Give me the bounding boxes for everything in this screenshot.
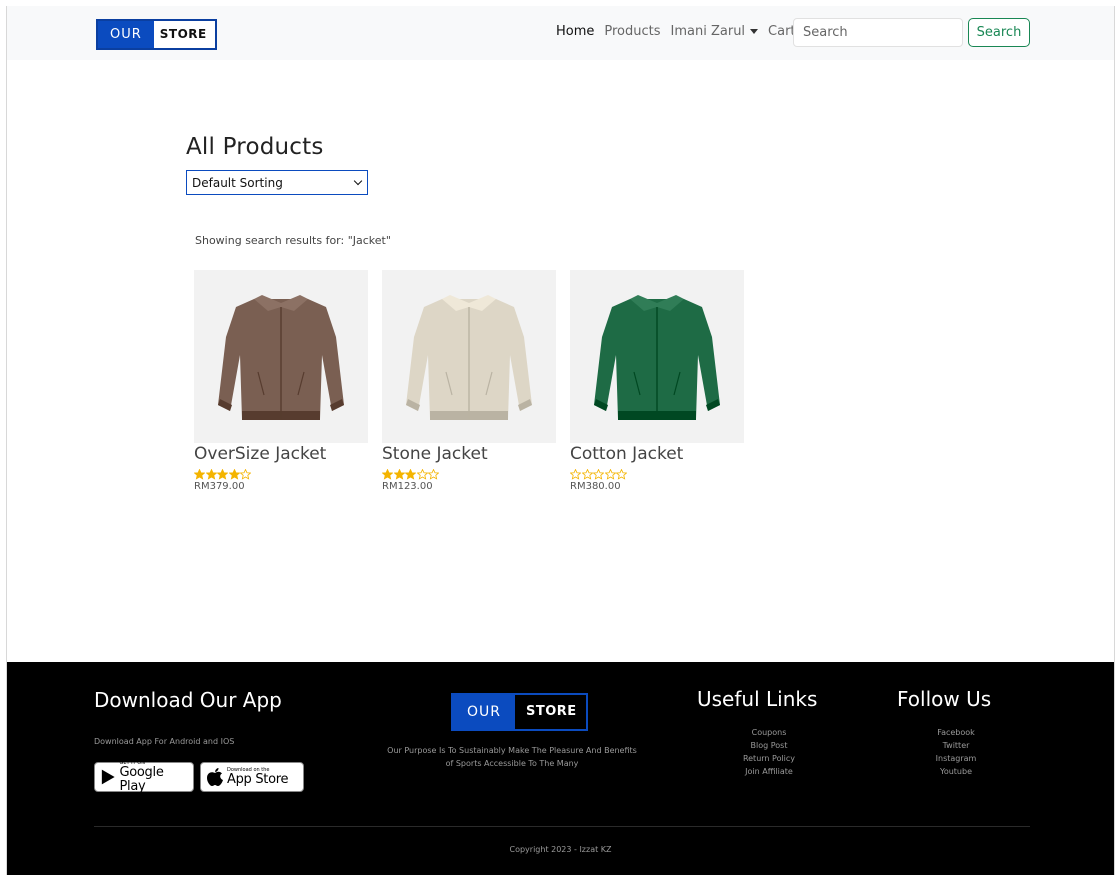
social-link-youtube[interactable]: Youtube — [920, 765, 992, 778]
star-filled-icon — [228, 469, 240, 480]
product-name[interactable]: Cotton Jacket — [570, 443, 744, 465]
star-empty-icon — [593, 469, 604, 480]
nav-links: Home Products Imani Zarul Cart — [556, 24, 806, 39]
useful-links-list: Coupons Blog Post Return Policy Join Aff… — [729, 726, 809, 778]
product-price: RM379.00 — [194, 481, 245, 492]
useful-links-title: Useful Links — [697, 687, 818, 711]
search-results-text: Showing search results for: "Jacket" — [195, 234, 391, 247]
nav-products-link[interactable]: Products — [604, 24, 660, 39]
product-rating — [570, 469, 744, 480]
jacket-image-icon — [406, 294, 532, 420]
page-title: All Products — [186, 134, 324, 160]
sort-select[interactable]: Default Sorting — [186, 170, 368, 195]
nav-cart-link[interactable]: Cart — [768, 24, 796, 39]
app-store-badge[interactable]: Download on the App Store — [200, 762, 304, 792]
social-link-twitter[interactable]: Twitter — [920, 739, 992, 752]
star-filled-icon — [194, 469, 205, 480]
sort-selected-value: Default Sorting — [192, 175, 283, 190]
star-empty-icon — [240, 469, 251, 480]
star-empty-icon — [604, 469, 616, 480]
chevron-down-icon — [353, 176, 363, 186]
brand-logo-store: STORE — [153, 21, 215, 48]
product-price: RM123.00 — [382, 481, 433, 492]
footer-link-return-policy[interactable]: Return Policy — [729, 752, 809, 765]
product-image[interactable] — [194, 270, 368, 443]
social-link-instagram[interactable]: Instagram — [920, 752, 992, 765]
product-image[interactable] — [570, 270, 744, 443]
product-image[interactable] — [382, 270, 556, 443]
google-play-icon — [101, 769, 115, 785]
star-empty-icon — [616, 469, 627, 480]
product-price: RM380.00 — [570, 481, 621, 492]
star-empty-icon — [428, 469, 439, 480]
star-filled-icon — [217, 469, 228, 480]
footer-app-subtitle: Download App For Android and IOS — [94, 737, 235, 746]
footer-divider — [94, 826, 1030, 827]
jacket-image-icon — [218, 294, 344, 420]
star-filled-icon — [382, 469, 393, 480]
footer-tagline: Our Purpose Is To Sustainably Make The P… — [387, 746, 637, 768]
footer-link-blog-post[interactable]: Blog Post — [729, 739, 809, 752]
product-name[interactable]: OverSize Jacket — [194, 443, 368, 465]
product-rating — [194, 469, 368, 480]
star-empty-icon — [416, 469, 428, 480]
footer-app-title: Download Our App — [94, 688, 282, 712]
copyright-text: Copyright 2023 - Izzat KZ — [509, 845, 612, 854]
star-filled-icon — [405, 469, 416, 480]
google-badge-big: Google Play — [119, 765, 164, 794]
star-empty-icon — [570, 469, 581, 480]
nav-home-link[interactable]: Home — [556, 24, 594, 39]
navbar: OUR STORE Home Products Imani Zarul Cart… — [7, 6, 1114, 60]
caret-down-icon — [750, 29, 759, 34]
star-empty-icon — [581, 469, 593, 480]
footer-link-join-affiliate[interactable]: Join Affiliate — [729, 765, 809, 778]
brand-logo[interactable]: OUR STORE — [96, 19, 217, 50]
footer-link-coupons[interactable]: Coupons — [729, 726, 809, 739]
social-link-facebook[interactable]: Facebook — [920, 726, 992, 739]
google-play-badge[interactable]: GET IT ON Google Play — [94, 760, 194, 794]
social-links-list: Facebook Twitter Instagram Youtube — [920, 726, 992, 778]
nav-user-dropdown[interactable]: Imani Zarul — [671, 24, 759, 39]
apple-icon — [207, 768, 223, 786]
nav-user-name: Imani Zarul — [670, 24, 746, 39]
product-card[interactable]: Cotton Jacket RM380.00 — [570, 270, 744, 492]
browser-viewport: OUR STORE Home Products Imani Zarul Cart… — [6, 6, 1115, 875]
follow-us-title: Follow Us — [897, 687, 992, 711]
brand-logo-our: OUR — [98, 21, 154, 48]
product-name[interactable]: Stone Jacket — [382, 443, 556, 465]
search-input[interactable] — [793, 18, 963, 47]
footer: Download Our App Download App For Androi… — [7, 662, 1114, 875]
footer-logo-store: STORE — [515, 695, 586, 729]
footer-logo-our: OUR — [453, 695, 515, 729]
jacket-image-icon — [594, 294, 720, 420]
star-filled-icon — [393, 469, 405, 480]
app-store-badges: GET IT ON Google Play Download on the Ap… — [94, 760, 304, 794]
star-filled-icon — [205, 469, 217, 480]
footer-brand-logo[interactable]: OUR STORE — [451, 693, 588, 731]
product-card[interactable]: Stone Jacket RM123.00 — [382, 270, 556, 492]
product-grid: OverSize Jacket RM379.00 Stone Jacket RM… — [194, 270, 744, 492]
product-card[interactable]: OverSize Jacket RM379.00 — [194, 270, 368, 492]
product-rating — [382, 469, 556, 480]
apple-badge-big: App Store — [227, 772, 289, 787]
search-button[interactable]: Search — [968, 18, 1030, 47]
